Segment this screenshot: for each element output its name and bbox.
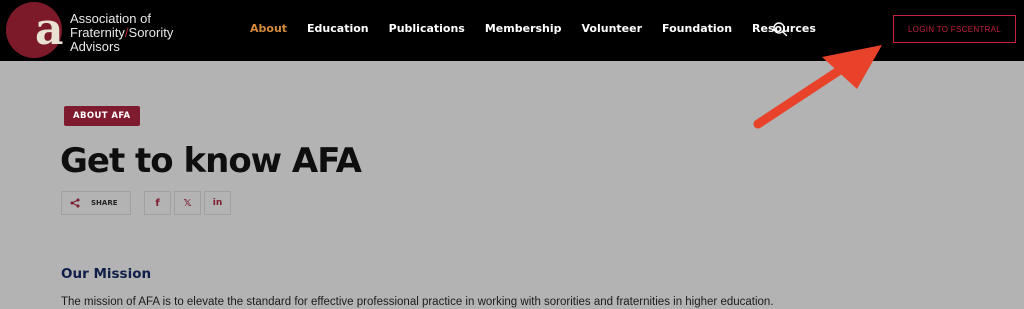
nav-item-foundation[interactable]: Foundation — [662, 21, 732, 37]
x-icon: 𝕏 — [183, 197, 192, 209]
logo-wordmark: Association of Fraternity/Sorority Advis… — [70, 11, 174, 54]
nav-item-publications[interactable]: Publications — [389, 21, 465, 37]
nav-item-volunteer[interactable]: Volunteer — [582, 21, 643, 37]
facebook-icon: f — [155, 197, 160, 209]
linkedin-share-button[interactable]: in — [204, 191, 231, 215]
mission-heading: Our Mission — [61, 266, 152, 282]
nav-item-membership[interactable]: Membership — [485, 21, 562, 37]
site-header: a Association of Fraternity/Sorority Adv… — [0, 0, 1024, 61]
section-badge: ABOUT AFA — [64, 106, 140, 126]
mission-text: The mission of AFA is to elevate the sta… — [61, 296, 774, 308]
afa-logo[interactable]: a Association of Fraternity/Sorority Adv… — [6, 2, 173, 58]
nav-item-about[interactable]: About — [250, 21, 287, 37]
nav-item-education[interactable]: Education — [307, 21, 369, 37]
page-title: Get to know AFA — [60, 141, 362, 181]
share-icon — [70, 198, 80, 208]
x-share-button[interactable]: 𝕏 — [174, 191, 201, 215]
share-label: SHARE — [91, 199, 118, 207]
logo-letter: a — [35, 4, 64, 55]
share-button[interactable]: SHARE — [61, 191, 131, 215]
linkedin-icon: in — [212, 198, 223, 208]
search-icon[interactable] — [772, 21, 788, 37]
login-fscentral-button[interactable]: LOGIN TO FSCENTRAL — [893, 15, 1016, 43]
main-nav: About Education Publications Membership … — [250, 21, 836, 37]
facebook-share-button[interactable]: f — [144, 191, 171, 215]
